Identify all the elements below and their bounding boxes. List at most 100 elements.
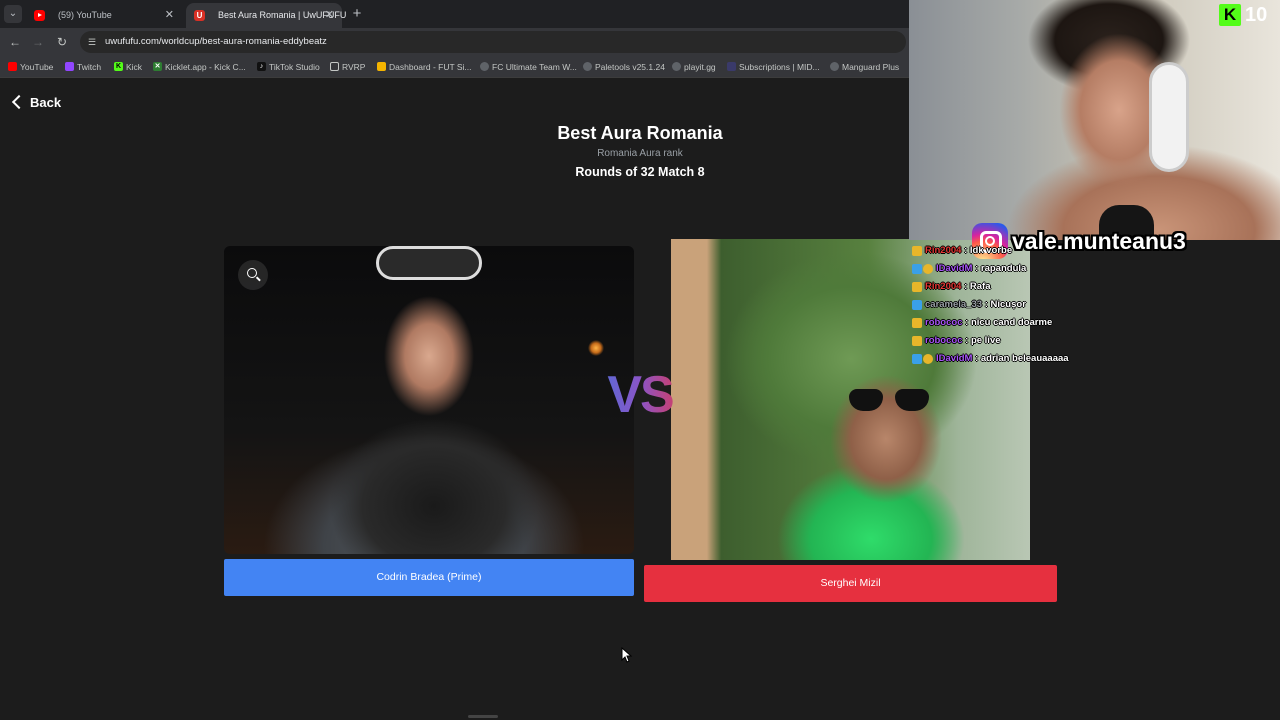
ski-goggles: [376, 246, 482, 280]
kick-viewer-count: K 10: [1219, 4, 1279, 26]
chat-message: IDavidM : rapandula: [911, 260, 1111, 278]
bookmark-label: playit.gg: [684, 62, 716, 72]
candidate-left-photo[interactable]: [224, 246, 634, 554]
bookmark-manguard-plus[interactable]: Manguard Plus: [830, 56, 900, 77]
playit-icon: [672, 62, 681, 71]
chat-separator: :: [961, 245, 970, 256]
close-icon[interactable]: ✕: [325, 3, 334, 28]
webcam-overlay: [909, 0, 1280, 240]
browser-toolbar: ← → ↻ ☰ uwufufu.com/worldcup/best-aura-r…: [0, 28, 910, 56]
viewer-count: 10: [1245, 4, 1268, 26]
chat-text: Nicușor: [990, 299, 1026, 310]
chat-message: caramela_33 : Nicușor: [911, 296, 1111, 314]
round-indicator: Rounds of 32 Match 8: [575, 165, 705, 179]
chat-message: robococ : pe live: [911, 332, 1111, 350]
chat-separator: :: [961, 281, 970, 292]
chat-text: nicu cand doarme: [970, 317, 1053, 328]
chat-username: caramela_33: [925, 299, 983, 310]
close-icon[interactable]: ✕: [165, 3, 174, 28]
scroll-indicator: [468, 715, 498, 718]
bookmark-label: YouTube: [20, 62, 54, 72]
bookmark-kicklet[interactable]: ✕ Kicklet.app - Kick C...: [153, 56, 246, 77]
bookmarks-bar: YouTube Twitch K Kick ✕ Kicklet.app - Kick…: [0, 56, 910, 78]
subscriptions-icon: [727, 62, 736, 71]
chat-text: rapandula: [980, 263, 1027, 274]
bookmark-tiktok-studio[interactable]: ♪ TikTok Studio: [257, 56, 320, 77]
bookmark-label: FC Ultimate Team W...: [492, 62, 577, 72]
globe-icon: [583, 62, 592, 71]
uwufufu-icon: U: [194, 10, 205, 21]
globe-icon: [830, 62, 839, 71]
chat-separator: :: [972, 263, 981, 274]
bookmark-label: Twitch: [77, 62, 102, 72]
bookmark-playit[interactable]: playit.gg: [672, 56, 716, 77]
youtube-icon: [8, 62, 17, 71]
headphones: [1149, 62, 1189, 172]
chat-username: Rin2004: [925, 281, 962, 292]
kicklet-icon: ✕: [153, 62, 162, 71]
tab-youtube[interactable]: (59) YouTube ✕: [26, 3, 182, 28]
bookmark-label: Dashboard - FUT Si...: [389, 62, 472, 72]
bookmark-twitch[interactable]: Twitch: [65, 56, 102, 77]
bookmark-label: Subscriptions | MID...: [739, 62, 820, 72]
chat-badge-icon: [912, 318, 922, 328]
chat-separator: :: [972, 353, 981, 364]
url-text: uwufufu.com/worldcup/best-aura-romania-e…: [105, 36, 327, 47]
tab-uwufufu[interactable]: U Best Aura Romania | UwUFUFU ✕: [186, 3, 346, 28]
bookmark-paletools[interactable]: Paletools v25.1.24: [583, 56, 665, 77]
chat-message: Rin2004 : Idk vorbe: [911, 242, 1111, 260]
tab-strip: ⌄ (59) YouTube ✕ U Best Aura Romania | U…: [0, 0, 910, 28]
youtube-icon: [34, 10, 45, 21]
bookmark-label: Kicklet.app - Kick C...: [165, 62, 246, 72]
chat-badge-icon: [912, 354, 922, 364]
chat-badge-icon: [912, 264, 922, 274]
bookmark-fc-ultimate-team[interactable]: FC Ultimate Team W...: [480, 56, 577, 77]
page-title: Best Aura Romania: [557, 123, 723, 143]
kick-icon: K: [1219, 4, 1241, 26]
chat-message: Rin2004 : Rafa: [911, 278, 1111, 296]
chat-message: IDavidM : adrian beleauaaaaa: [911, 350, 1111, 368]
chat-separator: :: [982, 299, 991, 310]
forward-arrow-icon[interactable]: →: [29, 33, 47, 51]
choose-left-button[interactable]: Codrin Bradea (Prime): [224, 559, 634, 596]
chat-username: Rin2004: [925, 245, 962, 256]
bookmark-youtube[interactable]: YouTube: [8, 56, 54, 77]
chevron-left-icon: [11, 94, 27, 110]
bookmark-kick[interactable]: K Kick: [114, 56, 143, 77]
sunglasses: [849, 389, 929, 411]
chat-badge-icon: [912, 282, 922, 292]
vs-label: VS: [592, 367, 688, 423]
bookmark-dashboard-fut[interactable]: Dashboard - FUT Si...: [377, 56, 472, 77]
address-bar[interactable]: ☰ uwufufu.com/worldcup/best-aura-romania…: [80, 31, 906, 53]
kick-icon: K: [114, 62, 123, 71]
chat-username: robococ: [925, 317, 963, 328]
bookmark-label: Kick: [126, 62, 143, 72]
stream-chat: Rin2004 : Idk vorbe IDavidM : rapandula Ri…: [911, 242, 1111, 368]
chat-badge-icon: [912, 300, 922, 310]
futbin-icon: [377, 62, 386, 71]
page-subtitle: Romania Aura rank: [597, 148, 683, 159]
tab-search-icon[interactable]: ⌄: [4, 5, 22, 23]
site-info-icon[interactable]: ☰: [88, 35, 100, 49]
choose-right-button[interactable]: Serghei Mizil: [644, 565, 1057, 602]
chat-message: robococ : nicu cand doarme: [911, 314, 1111, 332]
back-label: Back: [30, 95, 62, 110]
reload-icon[interactable]: ↻: [53, 33, 71, 51]
chat-text: Rafa: [969, 281, 991, 292]
back-button[interactable]: Back: [11, 92, 62, 114]
bookmark-label: RVRP: [342, 62, 366, 72]
chat-text: adrian beleauaaaaa: [980, 353, 1069, 364]
bookmark-label: Manguard Plus: [842, 62, 900, 72]
chat-text: Idk vorbe: [969, 245, 1013, 256]
chat-username: IDavidM: [936, 263, 973, 274]
chat-username: IDavidM: [936, 353, 973, 364]
zoom-in-button[interactable]: [238, 260, 268, 290]
chat-badge-icon: [912, 246, 922, 256]
bookmark-rvrp[interactable]: RVRP: [330, 56, 366, 77]
bookmark-label: Paletools v25.1.24: [595, 62, 665, 72]
back-arrow-icon[interactable]: ←: [6, 33, 24, 51]
bookmark-label: TikTok Studio: [269, 62, 320, 72]
new-tab-plus-icon[interactable]: +: [346, 3, 368, 25]
chat-separator: :: [962, 317, 971, 328]
bookmark-subscriptions[interactable]: Subscriptions | MID...: [727, 56, 820, 77]
